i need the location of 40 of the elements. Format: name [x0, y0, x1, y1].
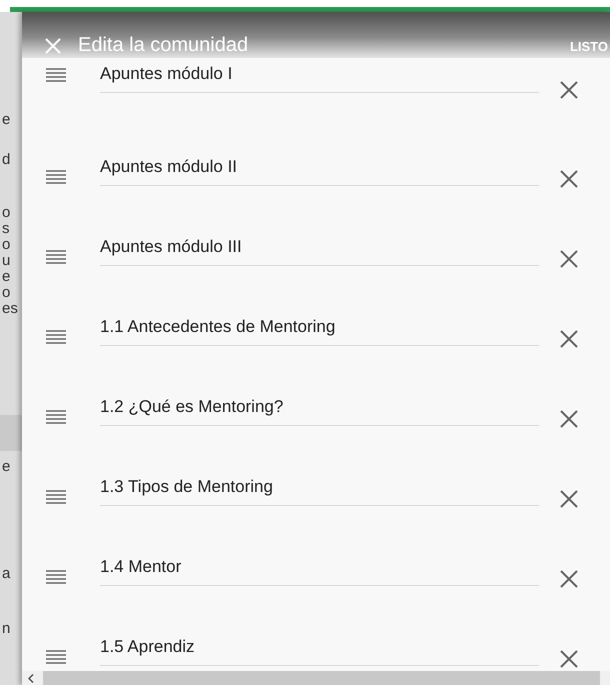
item-name-field[interactable]: 1.1 Antecedentes de Mentoring	[100, 304, 539, 346]
page-text-fragment: es	[2, 301, 19, 317]
close-icon[interactable]	[45, 38, 61, 54]
drag-handle-icon[interactable]	[46, 330, 66, 344]
drag-handle-icon[interactable]	[46, 68, 66, 82]
item-name-field[interactable]: Apuntes módulo I	[100, 62, 539, 93]
remove-icon[interactable]	[559, 409, 579, 429]
remove-icon[interactable]	[559, 569, 579, 589]
remove-icon[interactable]	[559, 489, 579, 509]
page-text-fragment: e	[2, 269, 12, 285]
page-text-fragment: o	[2, 285, 12, 301]
page-text-fragment: a	[2, 566, 12, 582]
remove-icon[interactable]	[559, 649, 579, 669]
drag-handle-icon[interactable]	[46, 170, 66, 184]
drag-handle-icon[interactable]	[46, 490, 66, 504]
page-text-fragment: u	[2, 253, 12, 269]
page-text-fragment: n	[2, 621, 12, 637]
drag-handle-icon[interactable]	[46, 650, 66, 664]
scroll-left-icon[interactable]	[28, 674, 34, 682]
page-text-fragment: o	[2, 237, 12, 253]
dialog-title: Edita la comunidad	[78, 34, 250, 57]
remove-icon[interactable]	[559, 329, 579, 349]
item-name-field[interactable]: 1.4 Mentor	[100, 544, 539, 586]
remove-icon[interactable]	[559, 169, 579, 189]
remove-icon[interactable]	[559, 80, 579, 100]
item-name-field[interactable]: 1.2 ¿Qué es Mentoring?	[100, 384, 539, 426]
drag-handle-icon[interactable]	[46, 410, 66, 424]
page-text-fragment: d	[2, 152, 12, 168]
page-text-fragment: e	[2, 459, 12, 475]
drag-handle-icon[interactable]	[46, 570, 66, 584]
item-name-field[interactable]: Apuntes módulo II	[100, 144, 539, 186]
page-text-fragment: s	[2, 221, 10, 237]
item-name-field[interactable]: Apuntes módulo III	[100, 224, 539, 266]
scrollbar-thumb[interactable]	[43, 671, 600, 685]
remove-icon[interactable]	[559, 249, 579, 269]
drag-handle-icon[interactable]	[46, 250, 66, 264]
item-name-field[interactable]: 1.3 Tipos de Mentoring	[100, 464, 539, 506]
page-text-fragment: o	[2, 205, 12, 221]
page-text-fragment: e	[2, 112, 12, 128]
item-name-field[interactable]: 1.5 Aprendiz	[100, 624, 539, 666]
